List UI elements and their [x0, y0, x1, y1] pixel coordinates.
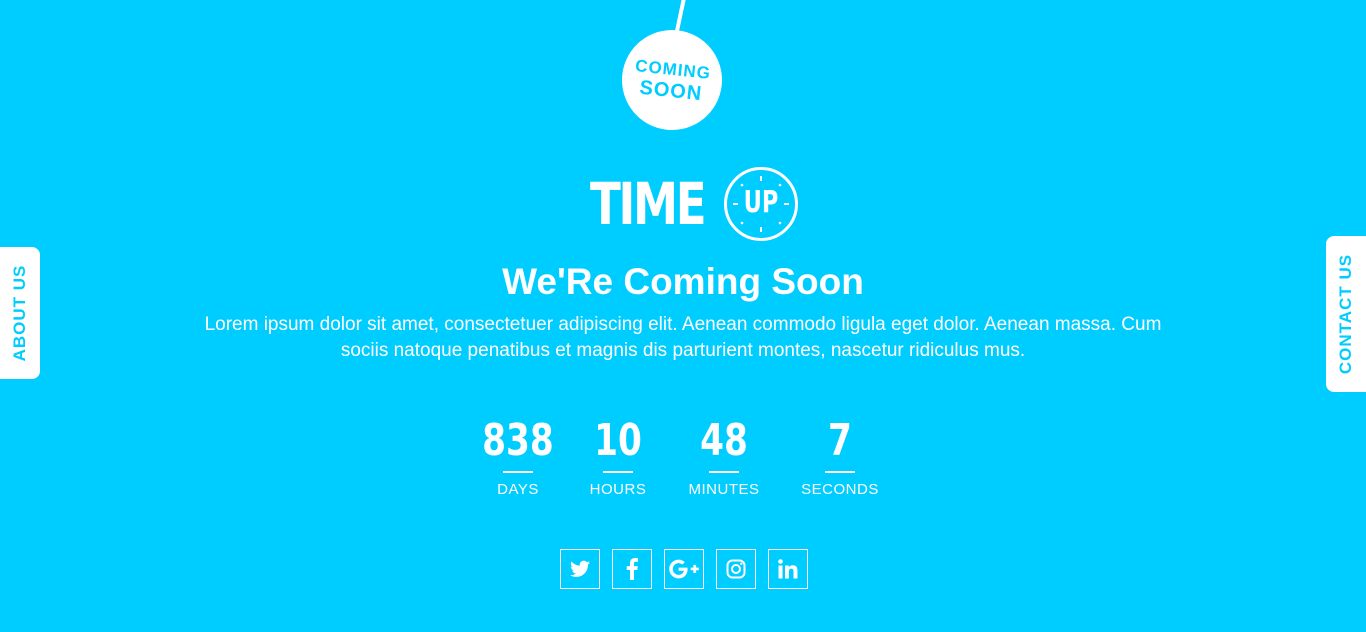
google-plus-icon [669, 559, 699, 579]
countdown-seconds: 7 SECONDS [785, 416, 895, 499]
page-description: Lorem ipsum dolor sit amet, consectetuer… [204, 314, 1162, 361]
google-plus-button[interactable] [664, 549, 704, 589]
twitter-icon [570, 560, 590, 577]
countdown: 838 DAYS 10 HOURS 48 MINUTES 7 SECONDS [0, 416, 1366, 506]
countdown-days: 838 DAYS [463, 416, 573, 499]
countdown-minutes-value: 48 [700, 415, 748, 466]
logo-word: TIME [590, 170, 707, 238]
contact-us-tab[interactable]: CONTACT US [1326, 236, 1366, 392]
countdown-minutes: 48 MINUTES [669, 416, 779, 499]
countdown-seconds-label: SECONDS [801, 481, 879, 498]
page-title: We'Re Coming Soon [502, 261, 864, 302]
countdown-divider [825, 471, 855, 473]
countdown-divider [503, 471, 533, 473]
countdown-days-label: DAYS [497, 481, 539, 498]
countdown-hours-value: 10 [594, 415, 642, 466]
countdown-days-value: 838 [482, 415, 554, 466]
countdown-seconds-value: 7 [828, 415, 852, 466]
facebook-button[interactable] [612, 549, 652, 589]
contact-us-label: CONTACT US [1336, 253, 1355, 375]
clock-icon: UP [724, 167, 799, 241]
facebook-icon [626, 558, 638, 580]
countdown-divider [603, 471, 633, 473]
countdown-minutes-label: MINUTES [688, 481, 760, 498]
instagram-button[interactable] [716, 549, 756, 589]
about-us-tab[interactable]: ABOUT US [0, 247, 40, 379]
linkedin-icon [778, 559, 798, 579]
countdown-hours: 10 HOURS [563, 416, 673, 499]
countdown-hours-label: HOURS [589, 481, 647, 498]
twitter-button[interactable] [560, 549, 600, 589]
logo: TIME UP [590, 164, 799, 244]
about-us-label: ABOUT US [10, 264, 29, 362]
instagram-icon [726, 559, 746, 579]
social-links [560, 549, 808, 589]
linkedin-button[interactable] [768, 549, 808, 589]
countdown-divider [709, 471, 739, 473]
coming-soon-page: COMING SOON TIME UP We'Re Coming Soon Lo… [0, 0, 1366, 632]
logo-clock-text: UP [744, 185, 779, 220]
coming-soon-badge: COMING SOON [617, 25, 727, 135]
badge-string [674, 0, 686, 32]
